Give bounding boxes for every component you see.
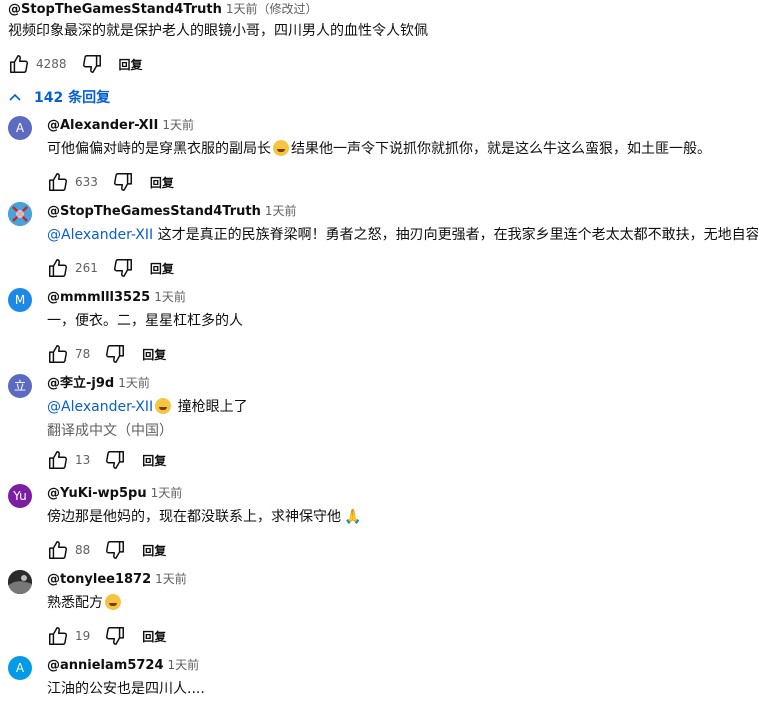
reply-actions: 261 回复 — [47, 252, 758, 284]
reply-time[interactable]: 1天前 — [118, 376, 150, 390]
comment-actions: 4288 回复 — [8, 48, 758, 80]
reply-author[interactable]: @李立-j9d — [47, 376, 114, 391]
avatar[interactable] — [8, 202, 32, 226]
like-icon[interactable] — [47, 449, 69, 471]
like-icon[interactable] — [47, 257, 69, 279]
reply-button[interactable]: 回复 — [150, 174, 174, 191]
reply-text: @Alexander-XII 撞枪眼上了 — [47, 398, 248, 415]
comment-header: @StopTheGamesStand4Truth 1天前（修改过） — [8, 0, 758, 18]
like-icon[interactable] — [8, 53, 30, 75]
like-count: 13 — [75, 453, 91, 467]
reply-button[interactable]: 回复 — [119, 56, 143, 73]
reply-author[interactable]: @tonylee1872 — [47, 572, 151, 587]
avatar[interactable]: Yu — [8, 484, 32, 508]
reply-button[interactable]: 回复 — [150, 260, 174, 277]
like-count: 88 — [75, 543, 91, 557]
comment-author[interactable]: @StopTheGamesStand4Truth — [8, 2, 222, 17]
reply-button[interactable]: 回复 — [142, 346, 166, 363]
avatar[interactable] — [8, 570, 32, 594]
avatar[interactable]: A — [8, 116, 32, 140]
dislike-icon[interactable] — [104, 539, 126, 561]
mention-link[interactable]: @Alexander-XII — [47, 399, 153, 415]
like-count: 19 — [75, 629, 91, 643]
reply-time[interactable]: 1天前 — [154, 290, 186, 304]
reply-button[interactable]: 回复 — [142, 542, 166, 559]
avatar-image-icon — [8, 202, 32, 226]
like-icon[interactable] — [47, 171, 69, 193]
reply-text: @Alexander-XII 这才是真正的民族脊梁啊！勇者之怒，抽刃向更强者，在… — [47, 227, 758, 243]
reply-author[interactable]: @Alexander-XII — [47, 118, 158, 133]
reply-actions: 633 回复 — [47, 166, 758, 198]
smiling-emoji-icon — [105, 594, 121, 610]
like-count: 633 — [75, 175, 98, 189]
reply-time[interactable]: 1天前 — [155, 572, 187, 586]
mention-link[interactable]: @Alexander-XII — [47, 227, 153, 243]
reply-text: 熟悉配方 — [47, 592, 758, 614]
reply-actions: 13 回复 — [47, 444, 758, 476]
reply-text: 傍边那是他妈的，现在都没联系上，求神保守他 🙏 — [47, 509, 362, 525]
reply-time[interactable]: 1天前 — [265, 204, 297, 218]
reply-actions: 19 回复 — [47, 620, 758, 652]
comment-time[interactable]: 1天前（修改过） — [226, 2, 318, 16]
avatar[interactable]: A — [8, 656, 32, 680]
translate-link[interactable]: 翻译成中文（中国） — [47, 420, 758, 442]
reply-author[interactable]: @mmmlll3525 — [47, 290, 150, 305]
avatar[interactable]: M — [8, 288, 32, 312]
reply-text: 可他偏偏对峙的是穿黑衣服的副局长 结果他一声令下说抓你就抓你，就是这么牛这么蛮狠，… — [47, 140, 711, 157]
reply-text: 江油的公安也是四川人.... — [47, 681, 205, 697]
praying-hands-icon: 🙏 — [344, 509, 362, 525]
reply-author[interactable]: @annielam5724 — [47, 658, 164, 673]
laughing-emoji-icon — [155, 398, 172, 414]
like-icon[interactable] — [47, 343, 69, 365]
like-icon[interactable] — [47, 539, 69, 561]
dislike-icon[interactable] — [104, 625, 126, 647]
dislike-icon[interactable] — [104, 449, 126, 471]
dislike-icon[interactable] — [112, 257, 134, 279]
top-comment: @StopTheGamesStand4Truth 1天前（修改过） 视频印象最深的… — [8, 0, 758, 80]
like-count: 4288 — [36, 57, 67, 71]
reply-actions: 78 回复 — [47, 338, 758, 370]
like-count: 261 — [75, 261, 98, 275]
reply-time[interactable]: 1天前 — [151, 486, 183, 500]
reply-time[interactable]: 1天前 — [162, 118, 194, 132]
reply-time[interactable]: 1天前 — [168, 658, 200, 672]
reply-author[interactable]: @YuKi-wp5pu — [47, 486, 147, 501]
like-icon[interactable] — [47, 625, 69, 647]
reply-actions: 88 回复 — [47, 534, 758, 566]
dislike-icon[interactable] — [112, 171, 134, 193]
comment-text: 视频印象最深的就是保护老人的眼镜小哥，四川男人的血性令人钦佩 — [8, 23, 428, 39]
like-count: 78 — [75, 347, 91, 361]
laughing-emoji-icon — [273, 140, 289, 156]
replies-toggle-label: 142 条回复 — [34, 90, 111, 106]
reply-button[interactable]: 回复 — [142, 628, 166, 645]
dislike-icon[interactable] — [81, 53, 103, 75]
replies-toggle-button[interactable]: 142 条回复 — [8, 86, 110, 108]
avatar-image-icon — [8, 570, 32, 594]
reply-author[interactable]: @StopTheGamesStand4Truth — [47, 204, 261, 219]
reply-button[interactable]: 回复 — [142, 452, 166, 469]
reply-text: 一，便衣。二，星星杠杠多的人 — [47, 313, 243, 329]
dislike-icon[interactable] — [104, 343, 126, 365]
chevron-up-icon — [8, 90, 22, 104]
avatar[interactable]: 立 — [8, 374, 32, 398]
